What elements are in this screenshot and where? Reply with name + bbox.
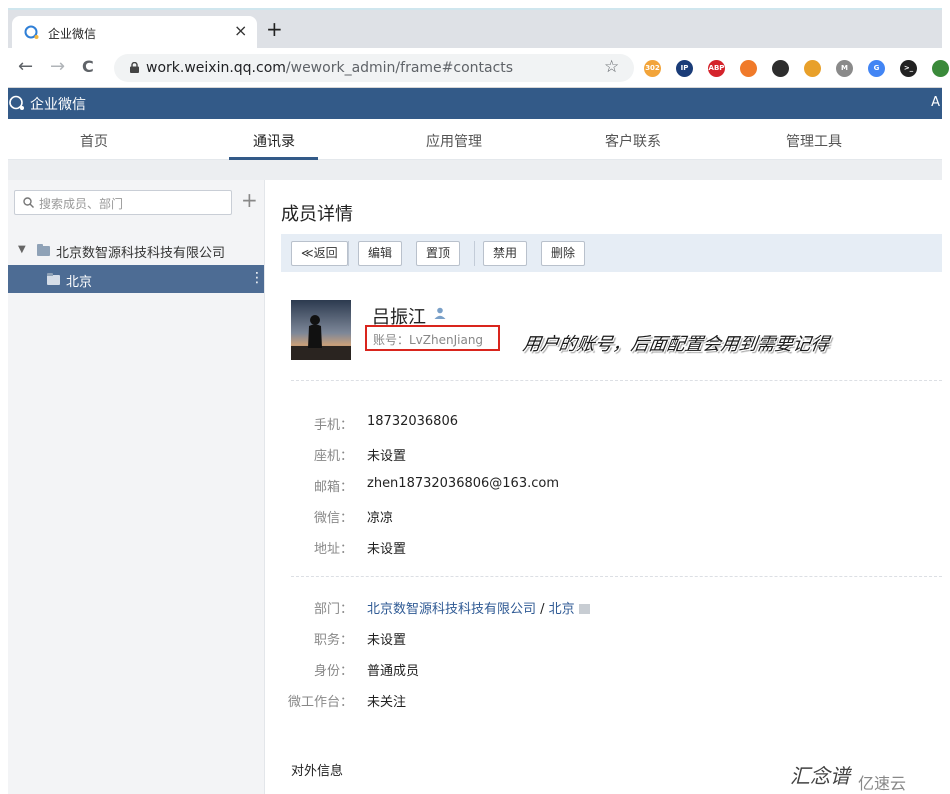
wifi-ext-icon[interactable] (772, 60, 789, 77)
chrome-ext-icon[interactable] (804, 60, 821, 77)
nav-home[interactable]: 首页 (80, 131, 108, 151)
avatar-image (291, 300, 351, 360)
title-value: 未设置 (367, 633, 407, 648)
tab-close-icon[interactable]: × (234, 21, 247, 40)
nav-tools[interactable]: 管理工具 (786, 131, 842, 151)
wework-logo-icon (9, 95, 24, 110)
url-text: work.weixin.qq.com/wework_admin/frame#co… (146, 60, 513, 76)
nav-contacts[interactable]: 通讯录 (253, 131, 295, 151)
page-title: 成员详情 (281, 204, 353, 225)
folder-icon (37, 244, 50, 256)
site-watermark: 亿速云 (858, 774, 907, 793)
add-icon[interactable]: + (241, 190, 258, 210)
wechat-label: 微信： (313, 511, 353, 526)
department-label: 部门： (313, 602, 353, 617)
member-account: 账号：LvZhenJiang (373, 333, 484, 347)
email-value: zhen18732036806@163.com (367, 476, 559, 491)
email-label: 邮箱： (313, 480, 353, 495)
address-value: 未设置 (367, 542, 407, 557)
account-highlight-box: 账号：LvZhenJiang (365, 325, 500, 351)
back-arrow-icon[interactable]: ← (18, 57, 33, 77)
tree-item-label: 北京 (66, 275, 93, 290)
edit-button[interactable]: 编辑 (358, 241, 403, 266)
nav-customers[interactable]: 客户联系 (605, 131, 661, 151)
delete-button[interactable]: 删除 (541, 241, 586, 266)
app-header: 企业微信 A (8, 88, 942, 119)
tree-item-beijing[interactable]: 北京 ⋮ (8, 265, 264, 293)
app-title: 企业微信 (30, 97, 86, 113)
firefox-ext-icon[interactable] (740, 60, 757, 77)
workbench-label: 微工作台： (287, 695, 353, 710)
abp-ext-icon[interactable]: ABP (708, 60, 725, 77)
browser-tab[interactable]: 企业微信 × (12, 16, 257, 50)
search-placeholder: 搜索成员、部门 (39, 197, 124, 211)
disable-button[interactable]: 禁用 (483, 241, 528, 266)
wechat-value: 凉凉 (367, 511, 394, 526)
header-account[interactable]: A (931, 95, 940, 110)
separator (348, 241, 349, 266)
wework-icon (24, 25, 39, 39)
terminal-ext-icon[interactable]: >_ (900, 60, 917, 77)
identity-value: 普通成员 (367, 664, 420, 679)
watermark-signature: 汇念谱 (790, 764, 850, 788)
action-bar: ≪返回 编辑 置顶 禁用 删除 (281, 234, 942, 272)
forward-arrow-icon[interactable]: → (50, 57, 65, 77)
folder-icon (47, 273, 60, 285)
302-ext-icon[interactable]: 302 (644, 60, 661, 77)
avatar (291, 300, 351, 360)
landline-label: 座机： (313, 449, 353, 464)
nav-apps[interactable]: 应用管理 (426, 131, 482, 151)
department-card-icon (578, 604, 590, 614)
department-separator: / (536, 602, 549, 617)
lock-icon (130, 62, 139, 73)
ip-ext-icon[interactable]: IP (676, 60, 693, 77)
address-bar[interactable]: work.weixin.qq.com/wework_admin/frame#co… (114, 54, 634, 82)
separator (474, 241, 475, 266)
member-detail: 成员详情 ≪返回 编辑 置顶 禁用 删除 吕振江 账号：LvZhenJiang … (265, 180, 942, 794)
tab-title: 企业微信 (48, 27, 97, 41)
tree-item-label: 北京数智源科技科技有限公司 (56, 246, 226, 261)
external-info-title: 对外信息 (291, 764, 344, 779)
department-branch-link[interactable]: 北京 (549, 602, 575, 617)
title-label: 职务： (313, 633, 353, 648)
divider (291, 380, 942, 381)
phone-value: 18732036806 (367, 414, 458, 429)
user-icon (434, 307, 446, 319)
header-spacer (8, 160, 942, 180)
expand-arrow-icon[interactable]: ▼ (18, 244, 26, 255)
m-ext-icon[interactable]: M (836, 60, 853, 77)
url-path: /wework_admin/frame#contacts (285, 60, 514, 76)
search-icon (23, 197, 34, 208)
back-button[interactable]: ≪返回 (291, 241, 348, 266)
new-tab-button[interactable]: + (266, 19, 283, 39)
reload-icon[interactable]: C (82, 57, 94, 77)
identity-label: 身份： (313, 664, 353, 679)
annotation-note: 用户的账号，后面配置会用到需要记得 (521, 334, 831, 355)
divider (291, 576, 942, 577)
translate-ext-icon[interactable]: G (868, 60, 885, 77)
department-value: 北京数智源科技科技有限公司 / 北京 (367, 598, 590, 617)
address-label: 地址： (313, 542, 353, 557)
phone-label: 手机： (313, 418, 353, 433)
browser-toolbar: ← → C work.weixin.qq.com/wework_admin/fr… (8, 48, 949, 88)
green-ext-icon[interactable] (932, 60, 949, 77)
tree-item-company[interactable]: ▼ 北京数智源科技科技有限公司 (16, 242, 266, 261)
bookmark-star-icon[interactable]: ☆ (604, 57, 619, 77)
more-options-icon[interactable]: ⋮ (250, 270, 264, 286)
main-nav: 首页 通讯录 应用管理 客户联系 管理工具 (8, 119, 942, 160)
landline-value: 未设置 (367, 449, 407, 464)
pin-button[interactable]: 置顶 (416, 241, 461, 266)
workbench-value: 未关注 (367, 695, 407, 710)
search-input[interactable]: 搜索成员、部门 (14, 190, 232, 215)
url-host: work.weixin.qq.com (146, 60, 286, 76)
contacts-sidebar: 搜索成员、部门 + ▼ 北京数智源科技科技有限公司 北京 ⋮ (8, 180, 265, 794)
department-company-link[interactable]: 北京数智源科技科技有限公司 (367, 602, 536, 617)
browser-tab-bar: 企业微信 × + (8, 8, 942, 50)
